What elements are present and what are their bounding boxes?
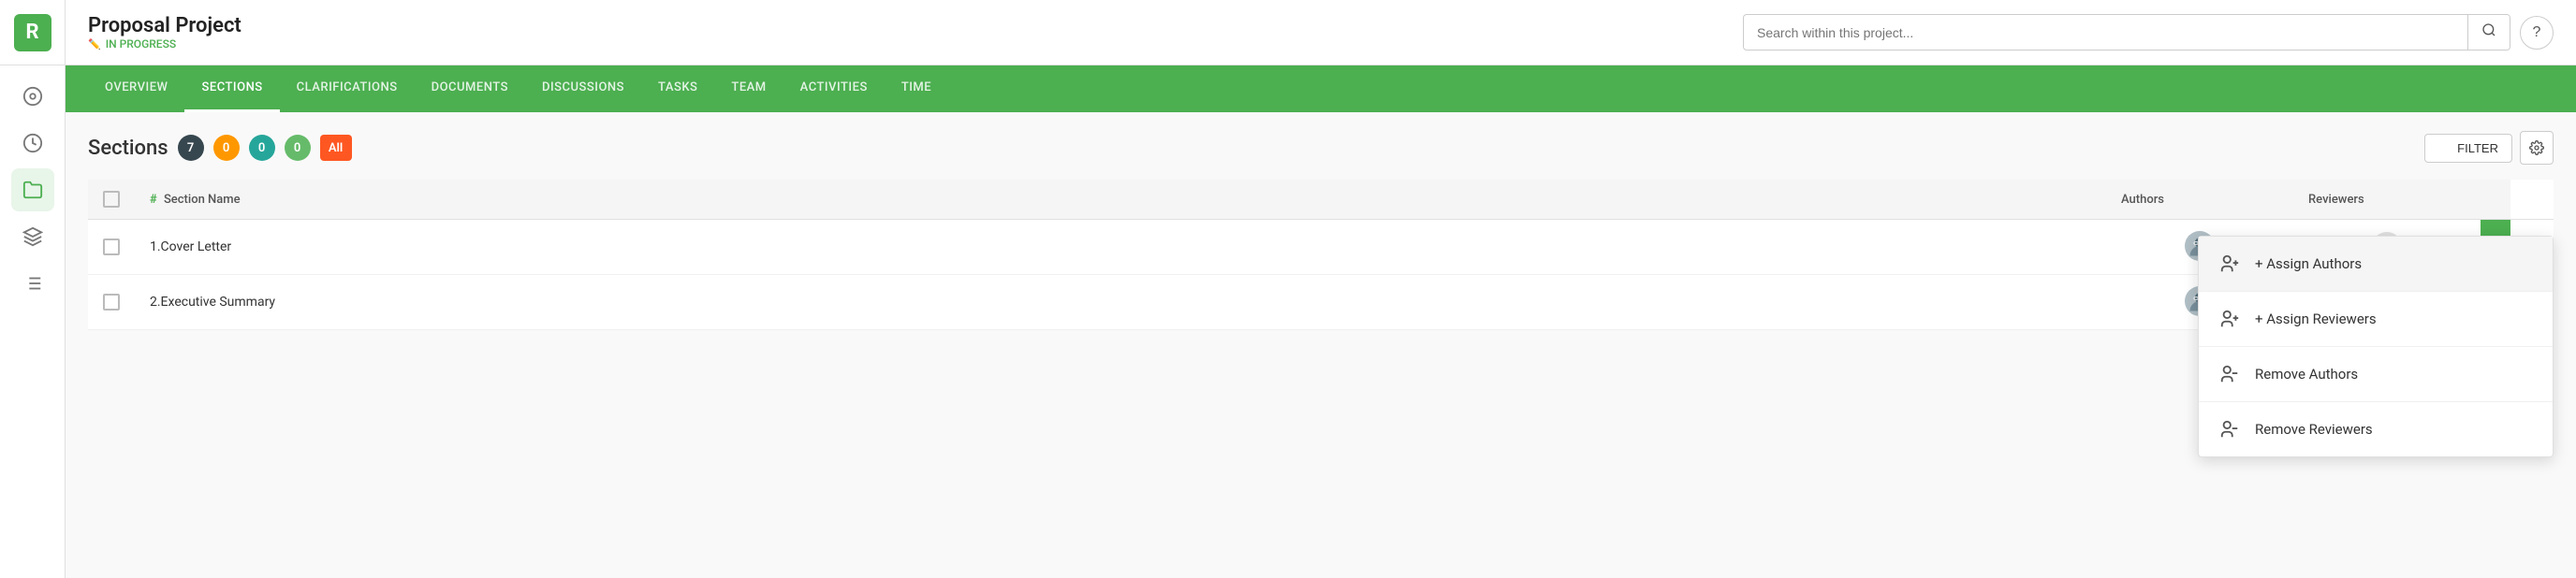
sidebar: R <box>0 0 66 578</box>
th-actions <box>2481 180 2510 220</box>
remove-authors-icon <box>2217 364 2242 384</box>
tabs-bar: OVERVIEW SECTIONS CLARIFICATIONS DOCUMEN… <box>66 65 2576 112</box>
th-checkbox <box>88 180 135 220</box>
sidebar-nav <box>0 65 65 305</box>
th-reviewers: Reviewers <box>2293 180 2481 220</box>
assign-reviewers-icon <box>2217 309 2242 329</box>
sections-table: # Section Name Authors Reviewers <box>88 180 2554 330</box>
sidebar-item-clock[interactable] <box>11 122 54 165</box>
badge-orange: 0 <box>213 135 240 161</box>
tab-overview[interactable]: OVERVIEW <box>88 65 184 112</box>
sections-header: Sections 7 0 0 0 All FILTER <box>88 131 2554 165</box>
sidebar-item-folder[interactable] <box>11 168 54 211</box>
logo[interactable]: R <box>0 0 66 65</box>
badge-all[interactable]: All <box>320 135 352 161</box>
remove-reviewers-icon <box>2217 419 2242 440</box>
dropdown-item-assign-reviewers[interactable]: + Assign Reviewers <box>2199 292 2553 347</box>
tab-discussions[interactable]: DISCUSSIONS <box>525 65 641 112</box>
dropdown-item-assign-authors[interactable]: + Assign Authors <box>2199 237 2553 292</box>
main-content: Proposal Project ✏️ IN PROGRESS ? <box>66 0 2576 578</box>
th-authors: Authors <box>2106 180 2293 220</box>
dropdown-item-remove-reviewers[interactable]: Remove Reviewers <box>2199 402 2553 456</box>
row2-name: 2.Executive Summary <box>135 275 2106 330</box>
header: Proposal Project ✏️ IN PROGRESS ? <box>66 0 2576 65</box>
tab-documents[interactable]: DOCUMENTS <box>415 65 525 112</box>
help-button[interactable]: ? <box>2520 16 2554 50</box>
filter-button[interactable]: FILTER <box>2424 134 2512 163</box>
project-info: Proposal Project ✏️ IN PROGRESS <box>88 14 1743 51</box>
project-status: ✏️ IN PROGRESS <box>88 37 1743 51</box>
hash-icon: # <box>150 193 157 207</box>
assign-authors-icon <box>2217 253 2242 274</box>
tab-time[interactable]: TIME <box>885 65 948 112</box>
tab-team[interactable]: TEAM <box>714 65 783 112</box>
sidebar-item-layers[interactable] <box>11 215 54 258</box>
search-button[interactable] <box>2467 15 2510 50</box>
row2-checkbox[interactable] <box>103 294 120 311</box>
tab-tasks[interactable]: TASKS <box>641 65 714 112</box>
search-area: ? <box>1743 14 2554 51</box>
project-title: Proposal Project <box>88 14 1743 37</box>
row1-checkbox[interactable] <box>103 238 120 255</box>
table-wrapper: # Section Name Authors Reviewers <box>88 180 2554 330</box>
row1-name: 1.Cover Letter <box>135 220 2106 275</box>
table-row: 1.Cover Letter <box>88 220 2554 275</box>
table-row: 2.Executive Summary <box>88 275 2554 330</box>
search-box <box>1743 14 2510 51</box>
assign-reviewers-label: + Assign Reviewers <box>2255 311 2377 327</box>
tab-clarifications[interactable]: CLARIFICATIONS <box>280 65 415 112</box>
table-header-row: # Section Name Authors Reviewers <box>88 180 2554 220</box>
tab-activities[interactable]: ACTIVITIES <box>783 65 885 112</box>
filter-label: FILTER <box>2457 141 2498 155</box>
status-text: IN PROGRESS <box>106 37 176 51</box>
assign-authors-label: + Assign Authors <box>2255 255 2362 272</box>
sections-title: Sections <box>88 137 168 160</box>
logo-icon: R <box>14 14 51 51</box>
remove-authors-label: Remove Authors <box>2255 366 2358 383</box>
sidebar-item-home[interactable] <box>11 75 54 118</box>
dropdown-item-remove-authors[interactable]: Remove Authors <box>2199 347 2553 402</box>
badge-green: 0 <box>285 135 311 161</box>
badge-total: 7 <box>178 135 204 161</box>
remove-reviewers-label: Remove Reviewers <box>2255 421 2373 438</box>
pencil-icon: ✏️ <box>88 38 101 51</box>
gear-button[interactable] <box>2520 131 2554 165</box>
badge-teal: 0 <box>249 135 275 161</box>
content-area: Sections 7 0 0 0 All FILTER <box>66 112 2576 578</box>
th-hash: # Section Name <box>135 180 2106 220</box>
sidebar-item-list[interactable] <box>11 262 54 305</box>
row1-checkbox-cell <box>88 220 135 275</box>
filter-actions: FILTER <box>2424 131 2554 165</box>
row2-checkbox-cell <box>88 275 135 330</box>
search-input[interactable] <box>1744 18 2467 48</box>
context-dropdown-menu: + Assign Authors + Assign Reviewers <box>2198 236 2554 457</box>
select-all-checkbox[interactable] <box>103 191 120 208</box>
tab-sections[interactable]: SECTIONS <box>184 65 279 112</box>
th-section-name: Section Name <box>164 193 241 207</box>
